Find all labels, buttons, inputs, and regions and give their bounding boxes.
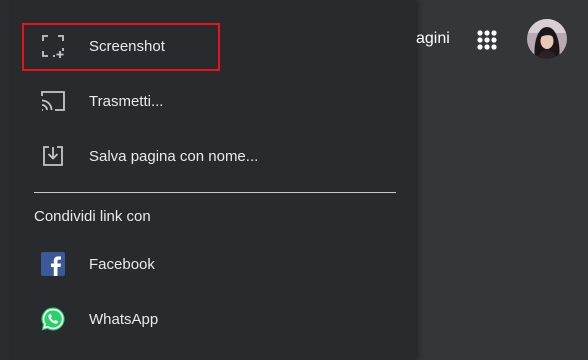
menu-item-save-page[interactable]: Salva pagina con nome... <box>12 131 416 181</box>
page-left-edge <box>0 0 12 360</box>
menu-item-cast[interactable]: Trasmetti... <box>12 76 416 126</box>
browser-page: Screenshot Trasmetti... Salva pagina con… <box>0 0 588 360</box>
menu-item-label: Salva pagina con nome... <box>89 147 259 165</box>
cast-icon <box>40 88 66 114</box>
account-avatar[interactable] <box>527 19 567 59</box>
share-item-whatsapp[interactable]: WhatsApp <box>12 294 416 344</box>
whatsapp-icon <box>40 306 66 332</box>
save-page-icon <box>40 143 66 169</box>
facebook-icon <box>40 251 66 277</box>
avatar-image <box>527 19 567 59</box>
share-item-label: WhatsApp <box>89 310 159 328</box>
header-link-text[interactable]: agini <box>416 30 450 48</box>
menu-item-label: Trasmetti... <box>89 92 164 110</box>
previous-item-icon <box>54 0 72 4</box>
share-item-label: Facebook <box>89 255 155 273</box>
share-menu-panel: Screenshot Trasmetti... Salva pagina con… <box>12 0 416 360</box>
menu-item-screenshot[interactable]: Screenshot <box>12 21 416 71</box>
share-item-facebook[interactable]: Facebook <box>12 239 416 289</box>
screenshot-icon <box>40 33 66 59</box>
apps-grid-icon <box>477 30 497 50</box>
menu-item-label: Screenshot <box>89 37 165 55</box>
google-apps-button[interactable] <box>473 26 501 54</box>
share-section-title: Condividi link con <box>34 208 151 225</box>
menu-divider <box>34 192 396 193</box>
